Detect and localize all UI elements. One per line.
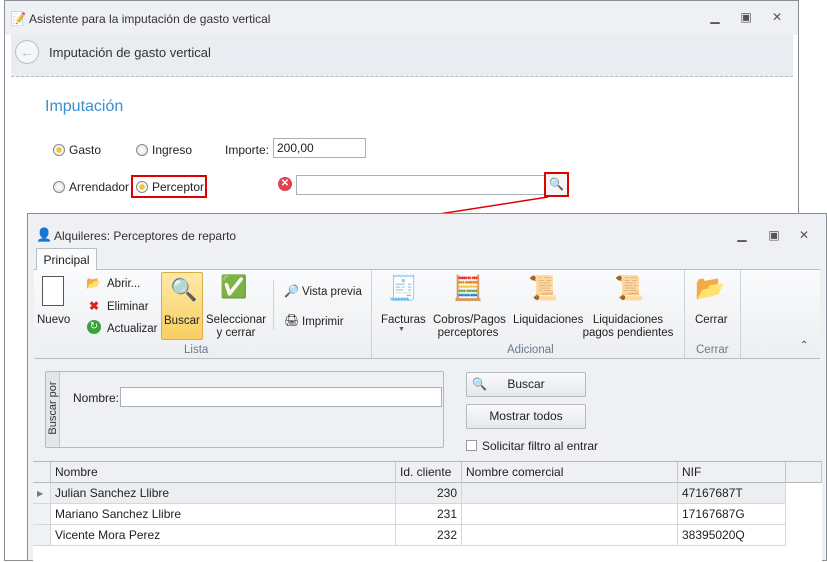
row-indicator[interactable]: [33, 525, 51, 546]
group-separator: [684, 270, 685, 358]
magnifier-icon: 🔍: [170, 277, 198, 302]
certificate-pending-icon: 📜: [614, 275, 644, 302]
table-cell[interactable]: 230: [396, 483, 462, 504]
seleccionar-label-1: Seleccionar: [206, 314, 267, 326]
refresh-icon: ↻: [87, 320, 101, 334]
nombre-search-input[interactable]: [120, 387, 442, 407]
column-header-empty: [786, 462, 822, 483]
buscar-button-label: Buscar: [507, 377, 545, 391]
nuevo-button[interactable]: Nuevo: [37, 314, 70, 327]
buscar-ribbon-button[interactable]: 🔍 Buscar: [161, 272, 203, 340]
column-header-id-cliente[interactable]: Id. cliente: [396, 462, 462, 483]
column-header-nombre[interactable]: Nombre: [51, 462, 396, 483]
preview-icon: 🔎: [284, 284, 299, 298]
search-group: Buscar por Nombre:: [45, 371, 444, 448]
filtro-checkbox[interactable]: [466, 440, 477, 451]
table-cell[interactable]: 232: [396, 525, 462, 546]
buscar-button[interactable]: 🔍 Buscar: [466, 372, 586, 397]
calculator-icon: 🧮: [453, 275, 483, 302]
abrir-button[interactable]: Abrir...: [107, 278, 140, 291]
cobros-label-2: perceptores: [437, 327, 499, 339]
row-indicator[interactable]: ▶: [33, 483, 51, 504]
column-header-nombre-comercial[interactable]: Nombre comercial: [462, 462, 678, 483]
table-cell[interactable]: Julian Sanchez Llibre: [51, 483, 396, 504]
liquidaciones-pendientes-button[interactable]: Liquidaciones pagos pendientes: [582, 314, 674, 340]
search-group-caption: Buscar por: [46, 372, 60, 447]
dialog-title: Alquileres: Perceptores de reparto: [54, 229, 237, 243]
dropdown-arrow-icon: ▼: [398, 326, 405, 333]
search-group-label: Buscar por: [47, 381, 59, 435]
new-document-icon: [42, 276, 64, 306]
group-cerrar-label: Cerrar: [696, 344, 729, 356]
liq-pend-label-1: Liquidaciones: [592, 314, 664, 326]
nombre-label: Nombre:: [73, 391, 120, 405]
imprimir-button[interactable]: Imprimir: [302, 316, 344, 329]
liq-pend-label-2: pagos pendientes: [582, 327, 674, 339]
search-icon: 🔍: [472, 377, 487, 391]
dialog-window: 👤 Alquileres: Perceptores de reparto ▁ ▣…: [27, 213, 827, 562]
certificate-icon: 📜: [528, 275, 558, 302]
dialog-minimize-button[interactable]: ▁: [734, 228, 750, 242]
cerrar-button[interactable]: Cerrar: [695, 314, 728, 327]
group-adicional-label: Adicional: [507, 344, 554, 356]
table-cell[interactable]: 231: [396, 504, 462, 525]
filtro-label: Solicitar filtro al entrar: [482, 439, 599, 453]
buscar-label: Buscar: [164, 315, 200, 327]
group-separator: [371, 270, 372, 358]
dialog-close-button[interactable]: ✕: [796, 228, 812, 242]
table-cell[interactable]: 47167687T: [678, 483, 786, 504]
table-cell[interactable]: [462, 504, 678, 525]
table-cell[interactable]: [462, 483, 678, 504]
close-folder-icon: 📂: [695, 275, 725, 302]
mostrar-todos-button[interactable]: Mostrar todos: [466, 404, 586, 429]
invoice-icon: 🧾: [388, 275, 418, 302]
actualizar-button[interactable]: Actualizar: [107, 323, 158, 336]
seleccionar-button[interactable]: Seleccionar y cerrar: [206, 314, 266, 340]
ribbon: Nuevo 📂 Abrir... ✖ Eliminar ↻ Actualizar…: [34, 269, 820, 359]
liquidaciones-button[interactable]: Liquidaciones: [513, 314, 583, 327]
group-lista-label: Lista: [184, 344, 209, 356]
tab-principal[interactable]: Principal: [36, 248, 97, 270]
row-indicator-header: [33, 462, 51, 483]
table-cell[interactable]: Vicente Mora Perez: [51, 525, 396, 546]
separator: [273, 280, 274, 330]
delete-icon: ✖: [89, 299, 100, 313]
cobros-pagos-button[interactable]: Cobros/Pagos perceptores: [433, 314, 506, 340]
dialog-maximize-button[interactable]: ▣: [766, 228, 782, 242]
user-icon: 👤: [36, 227, 53, 242]
table-cell[interactable]: 38395020Q: [678, 525, 786, 546]
group-separator: [740, 270, 741, 358]
eliminar-button[interactable]: Eliminar: [107, 301, 149, 314]
column-header-nif[interactable]: NIF: [678, 462, 786, 483]
select-close-icon: ✅: [220, 274, 248, 299]
table-cell[interactable]: [462, 525, 678, 546]
collapse-ribbon-icon[interactable]: ⌃: [800, 340, 808, 351]
table-cell[interactable]: Mariano Sanchez Llibre: [51, 504, 396, 525]
vista-previa-button[interactable]: Vista previa: [302, 286, 362, 299]
cobros-label-1: Cobros/Pagos: [433, 314, 506, 326]
printer-icon: 🖨: [284, 313, 300, 327]
row-indicator[interactable]: [33, 504, 51, 525]
results-grid: Nombre Id. cliente Nombre comercial NIF …: [33, 461, 822, 562]
seleccionar-label-2: y cerrar: [216, 327, 256, 339]
folder-open-icon: 📂: [86, 276, 101, 290]
table-cell[interactable]: 17167687G: [678, 504, 786, 525]
